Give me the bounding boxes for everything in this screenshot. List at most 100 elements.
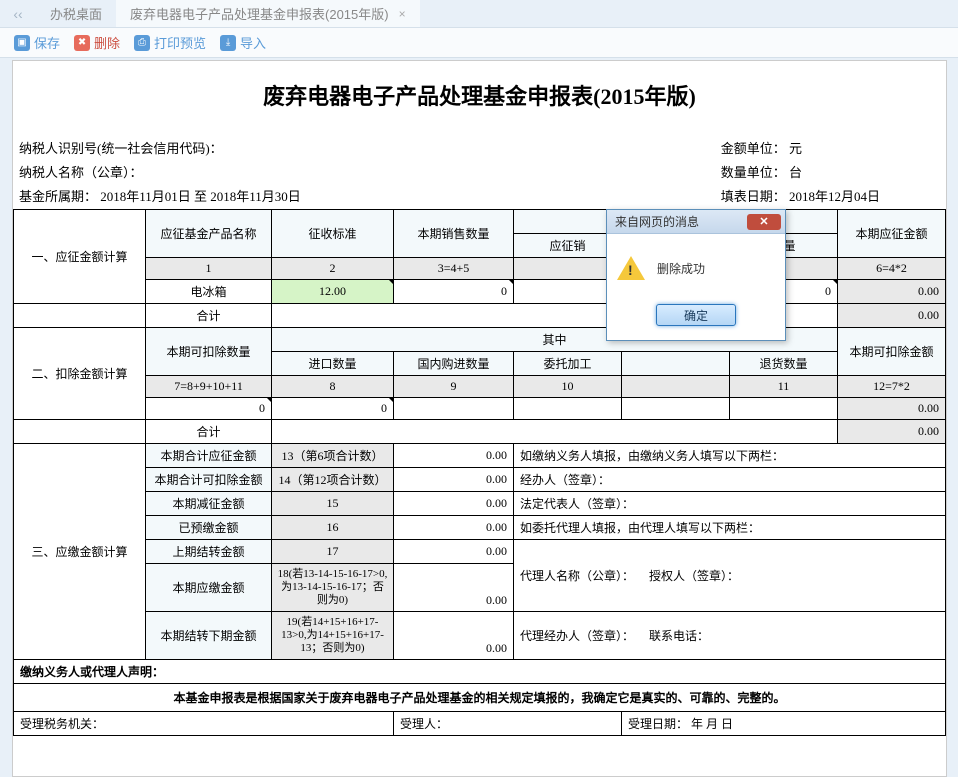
dialog-message: 删除成功 bbox=[657, 260, 705, 277]
sec3-l5-name: 本期应缴金额 bbox=[146, 564, 272, 612]
sec2-r1-c10b[interactable] bbox=[622, 398, 730, 420]
sec2-h-blank bbox=[622, 352, 730, 376]
main-table: 一、应征金额计算 应征基金产品名称 征收标准 本期销售数量 其中 本期应征金额 … bbox=[13, 209, 946, 736]
sec1-h-product: 应征基金产品名称 bbox=[146, 210, 272, 258]
fill-date-value: 2018年12月04日 bbox=[789, 189, 880, 204]
save-label: 保存 bbox=[34, 33, 60, 52]
sec2-h-deduct: 本期可扣除数量 bbox=[146, 328, 272, 376]
sec2-r1-c7[interactable]: 0 bbox=[146, 398, 272, 420]
sec2-r2-span bbox=[272, 420, 838, 444]
sec2-col-11: 11 bbox=[730, 376, 838, 398]
money-unit-value: 元 bbox=[789, 141, 802, 156]
sec3-l3-val: 0.00 bbox=[394, 516, 514, 540]
sec3-l6-val: 0.00 bbox=[394, 612, 514, 660]
sec2-h-consign: 委托加工 bbox=[514, 352, 622, 376]
sec2-r2-pad bbox=[14, 420, 146, 444]
sec2-h-import: 进口数量 bbox=[272, 352, 394, 376]
form-scroll[interactable]: 废弃电器电子产品处理基金申报表(2015年版) 纳税人识别号(统一社会信用代码)… bbox=[13, 61, 946, 776]
sec2-r1-c9[interactable] bbox=[394, 398, 514, 420]
sec1-col-3: 3=4+5 bbox=[394, 258, 514, 280]
sec2-label: 二、扣除金额计算 bbox=[14, 328, 146, 420]
sec3-right-2: 经办人（签章）： bbox=[514, 468, 946, 492]
tab-form[interactable]: 废弃电器电子产品处理基金申报表(2015年版) × bbox=[116, 0, 420, 27]
sec3-l4-val: 0.00 bbox=[394, 540, 514, 564]
sec2-col-9: 9 bbox=[394, 376, 514, 398]
print-label: 打印预览 bbox=[154, 33, 206, 52]
sec3-l6-name: 本期结转下期金额 bbox=[146, 612, 272, 660]
message-dialog: 来自网页的消息 ✕ 删除成功 确定 bbox=[606, 209, 786, 341]
sec3-right-3: 法定代表人（签章）： bbox=[514, 492, 946, 516]
sec3-l2-rule: 15 bbox=[272, 492, 394, 516]
dialog-close-icon[interactable]: ✕ bbox=[747, 214, 781, 230]
sec3-label: 三、应缴金额计算 bbox=[14, 444, 146, 660]
print-button[interactable]: ⎙ 打印预览 bbox=[134, 33, 206, 52]
qty-unit-label: 数量单位： bbox=[721, 165, 786, 180]
sec2-col-10: 10 bbox=[514, 376, 622, 398]
sec2-r1-c12: 0.00 bbox=[838, 398, 946, 420]
tab-form-label: 废弃电器电子产品处理基金申报表(2015年版) bbox=[130, 4, 389, 23]
sec2-col-7: 7=8+9+10+11 bbox=[146, 376, 272, 398]
tab-bar: ‹‹ 办税桌面 废弃电器电子产品处理基金申报表(2015年版) × bbox=[0, 0, 958, 28]
sec3-right-6a: 代理经办人（签章）： bbox=[520, 629, 634, 643]
save-button[interactable]: ▣ 保存 bbox=[14, 33, 60, 52]
sec1-col-2: 2 bbox=[272, 258, 394, 280]
sec3-l5-rule: 18(若13-14-15-16-17>0, 为13-14-15-16-17；否则… bbox=[272, 564, 394, 612]
sec2-r1-c10[interactable] bbox=[514, 398, 622, 420]
footer-left: 受理税务机关： bbox=[14, 712, 394, 736]
sec2-r2-label: 合计 bbox=[146, 420, 272, 444]
form-page: 废弃电器电子产品处理基金申报表(2015年版) 纳税人识别号(统一社会信用代码)… bbox=[12, 60, 947, 777]
sec1-col-6: 6=4*2 bbox=[838, 258, 946, 280]
sec3-l6-rule: 19(若14+15+16+17-13>0,为14+15+16+17-13；否则为… bbox=[272, 612, 394, 660]
import-icon: ⤓ bbox=[220, 35, 236, 51]
sec2-r1-c11[interactable] bbox=[730, 398, 838, 420]
tab-desktop[interactable]: 办税桌面 bbox=[36, 0, 116, 27]
declaration-body: 本基金申报表是根据国家关于废弃电器电子产品处理基金的相关规定填报的，我确定它是真… bbox=[14, 684, 946, 712]
tabs-back-icon[interactable]: ‹‹ bbox=[0, 0, 36, 27]
save-icon: ▣ bbox=[14, 35, 30, 51]
sec3-right-1: 如缴纳义务人填报，由缴纳义务人填写以下两栏： bbox=[514, 444, 946, 468]
tab-close-icon[interactable]: × bbox=[399, 7, 406, 21]
dialog-title: 来自网页的消息 bbox=[615, 213, 699, 230]
fund-period-value: 2018年11月01日 至 2018年11月30日 bbox=[100, 189, 301, 204]
delete-button[interactable]: ✖ 删除 bbox=[74, 33, 120, 52]
sec1-r1-c6: 0.00 bbox=[838, 280, 946, 304]
sec2-h-return: 退货数量 bbox=[730, 352, 838, 376]
taxpayer-name-label: 纳税人名称（公章）： bbox=[19, 161, 301, 185]
sec1-r2-pad bbox=[14, 304, 146, 328]
import-button[interactable]: ⤓ 导入 bbox=[220, 33, 266, 52]
qty-unit-value: 台 bbox=[789, 165, 802, 180]
sec3-right-5b: 授权人（签章）： bbox=[649, 569, 739, 583]
sec3-l1-val: 0.00 bbox=[394, 468, 514, 492]
declaration-heading: 缴纳义务人或代理人声明： bbox=[14, 660, 946, 684]
sec2-col-12: 12=7*2 bbox=[838, 376, 946, 398]
sec2-r1-c8[interactable]: 0 bbox=[272, 398, 394, 420]
sec1-h-amount: 本期应征金额 bbox=[838, 210, 946, 258]
delete-icon: ✖ bbox=[74, 35, 90, 51]
sec2-col-10b bbox=[622, 376, 730, 398]
sec3-right-6: 代理经办人（签章）： 联系电话： bbox=[514, 612, 946, 660]
sec3-l0-val: 0.00 bbox=[394, 444, 514, 468]
page-title: 废弃电器电子产品处理基金申报表(2015年版) bbox=[13, 61, 946, 137]
sec1-r1-product: 电冰箱 bbox=[146, 280, 272, 304]
sec2-h-domestic: 国内购进数量 bbox=[394, 352, 514, 376]
money-unit-label: 金额单位： bbox=[721, 141, 786, 156]
sec3-l5-val: 0.00 bbox=[394, 564, 514, 612]
sec1-r2-product: 合计 bbox=[146, 304, 272, 328]
sec3-l4-name: 上期结转金额 bbox=[146, 540, 272, 564]
sec3-right-6b: 联系电话： bbox=[649, 629, 709, 643]
sec1-r1-standard[interactable]: 12.00 bbox=[272, 280, 394, 304]
sec1-r1-c3[interactable]: 0 bbox=[394, 280, 514, 304]
sec1-h-saleqty: 本期销售数量 bbox=[394, 210, 514, 258]
dialog-ok-button[interactable]: 确定 bbox=[656, 304, 736, 326]
sec3-right-5: 代理人名称（公章）： 授权人（签章）： bbox=[514, 540, 946, 612]
print-icon: ⎙ bbox=[134, 35, 150, 51]
sec3-l3-name: 已预缴金额 bbox=[146, 516, 272, 540]
delete-label: 删除 bbox=[94, 33, 120, 52]
sec1-label: 一、应征金额计算 bbox=[14, 210, 146, 304]
sec3-right-5a: 代理人名称（公章）： bbox=[520, 569, 634, 583]
sec3-l1-rule: 14（第12项合计数） bbox=[272, 468, 394, 492]
sec2-col-8: 8 bbox=[272, 376, 394, 398]
sec3-l3-rule: 16 bbox=[272, 516, 394, 540]
sec3-l4-rule: 17 bbox=[272, 540, 394, 564]
sec1-h-standard: 征收标准 bbox=[272, 210, 394, 258]
